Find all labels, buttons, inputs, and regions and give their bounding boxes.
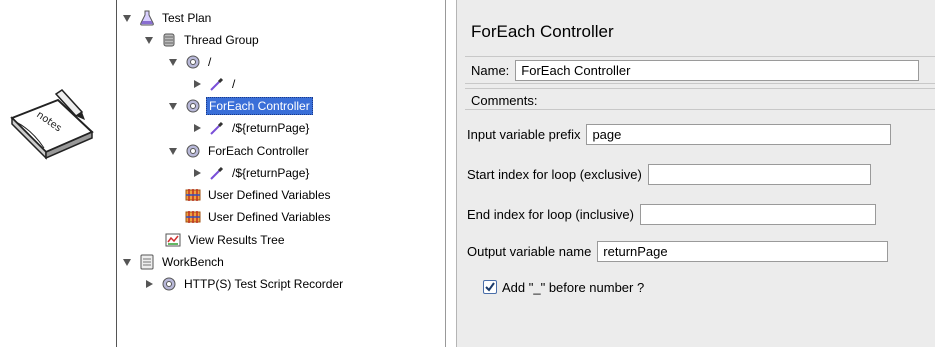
panel-title: ForEach Controller	[471, 22, 614, 41]
tree-item-label: /	[208, 55, 212, 69]
tree-item-label: User Defined Variables	[208, 210, 331, 224]
tree-item-label: /${returnPage}	[232, 121, 310, 135]
end-index-field[interactable]	[639, 203, 876, 225]
tree-item-label: HTTP(S) Test Script Recorder	[184, 277, 344, 291]
expand-toggle-icon[interactable]	[167, 56, 179, 68]
comments-row: Comments:	[465, 88, 935, 111]
output-var-row: Output variable name	[467, 240, 889, 262]
expand-toggle-icon[interactable]	[121, 256, 133, 268]
tree-item-foreach-controller-2[interactable]: ForEach Controller	[167, 141, 311, 161]
clipboard-icon	[139, 254, 155, 270]
end-index-row: End index for loop (inclusive)	[467, 203, 876, 225]
expand-toggle-icon[interactable]	[167, 100, 179, 112]
tree-item-simple-controller[interactable]: /	[167, 52, 213, 72]
tree-item-thread-group[interactable]: Thread Group	[143, 30, 261, 50]
tree-item-label: /${returnPage}	[232, 166, 310, 180]
input-prefix-row: Input variable prefix	[467, 123, 892, 145]
input-prefix-label: Input variable prefix	[467, 126, 581, 142]
tree-item-test-plan[interactable]: Test Plan	[121, 8, 213, 28]
test-plan-tree[interactable]: Test Plan Thread Group / / ForEach Contr…	[116, 0, 446, 347]
flask-icon	[139, 10, 155, 26]
tree-item-http-sampler[interactable]: /${returnPage}	[191, 163, 311, 183]
tree-item-label: ForEach Controller	[208, 144, 309, 158]
notes-icon: notes	[6, 82, 102, 162]
checkbox-checked-icon[interactable]	[483, 280, 497, 294]
tree-item-label: Test Plan	[162, 11, 212, 25]
tree-item-user-defined-variables[interactable]: User Defined Variables	[185, 207, 333, 227]
tree-item-label: View Results Tree	[188, 233, 285, 247]
variables-icon	[185, 209, 201, 225]
gear-icon	[185, 98, 201, 114]
gear-icon	[161, 276, 177, 292]
gear-icon	[185, 54, 201, 70]
comments-label: Comments:	[471, 92, 538, 108]
expand-toggle-icon[interactable]	[121, 12, 133, 24]
add-underscore-checkbox[interactable]: Add "_" before number ?	[483, 276, 644, 298]
results-tree-icon	[165, 232, 181, 248]
tree-item-view-results-tree[interactable]: View Results Tree	[165, 230, 287, 250]
tree-item-label: User Defined Variables	[208, 188, 331, 202]
name-label: Name:	[471, 62, 510, 78]
start-index-label: Start index for loop (exclusive)	[467, 166, 642, 182]
tree-item-label: WorkBench	[162, 255, 224, 269]
input-prefix-field[interactable]	[586, 123, 892, 145]
tree-item-label: Thread Group	[184, 33, 259, 47]
add-underscore-label: Add "_" before number ?	[502, 279, 645, 295]
expand-toggle-icon[interactable]	[167, 145, 179, 157]
name-row: Name:	[465, 56, 935, 84]
pipette-icon	[209, 120, 225, 136]
variables-icon	[185, 187, 201, 203]
start-index-field[interactable]	[647, 163, 871, 185]
pipette-icon	[209, 76, 225, 92]
tree-item-label: ForEach Controller	[206, 97, 313, 115]
name-field[interactable]	[515, 59, 920, 81]
tree-item-user-defined-variables[interactable]: User Defined Variables	[185, 185, 333, 205]
expand-toggle-icon[interactable]	[191, 78, 203, 90]
foreach-controller-panel: ForEach Controller Name: Comments: Input…	[456, 0, 935, 347]
spool-icon	[161, 32, 177, 48]
tree-item-label: /	[232, 77, 236, 91]
output-var-field[interactable]	[597, 240, 889, 262]
expand-toggle-icon[interactable]	[191, 122, 203, 134]
expand-toggle-icon[interactable]	[143, 278, 155, 290]
comments-field[interactable]	[539, 89, 917, 111]
tree-item-http-sampler[interactable]: /	[191, 74, 237, 94]
output-var-label: Output variable name	[467, 243, 592, 259]
tree-item-workbench[interactable]: WorkBench	[121, 252, 226, 272]
gear-icon	[185, 143, 201, 159]
expand-toggle-icon[interactable]	[191, 167, 203, 179]
expand-toggle-icon[interactable]	[143, 34, 155, 46]
end-index-label: End index for loop (inclusive)	[467, 206, 634, 222]
tree-item-http-sampler[interactable]: /${returnPage}	[191, 118, 311, 138]
start-index-row: Start index for loop (exclusive)	[467, 163, 871, 185]
pipette-icon	[209, 165, 225, 181]
tree-item-http-test-script-recorder[interactable]: HTTP(S) Test Script Recorder	[143, 274, 345, 294]
tree-item-foreach-controller-1[interactable]: ForEach Controller	[167, 96, 313, 116]
